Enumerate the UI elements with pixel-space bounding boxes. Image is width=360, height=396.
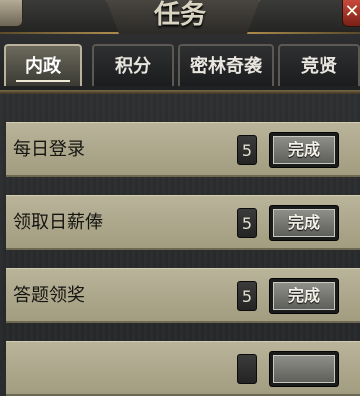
- task-name: 领取日薪俸: [13, 212, 103, 233]
- task-row: 答题领奖 5 完成: [6, 268, 360, 323]
- task-row: 领取日薪俸 5 完成: [6, 195, 360, 250]
- close-button[interactable]: ✕: [342, 0, 360, 27]
- task-count-badge: 5: [237, 208, 257, 238]
- complete-button[interactable]: 完成: [269, 205, 339, 241]
- window-title: 任务: [153, 0, 206, 30]
- task-row: 每日登录 5 完成: [6, 122, 360, 177]
- complete-button[interactable]: 完成: [269, 132, 339, 168]
- tab-label: 竞贤: [301, 56, 337, 77]
- complete-button-label: 完成: [273, 136, 335, 164]
- tab-label: 内政: [25, 56, 61, 77]
- task-row-partial: [6, 341, 360, 396]
- task-name: 答题领奖: [13, 285, 85, 306]
- complete-button-label: [273, 355, 335, 383]
- task-count-badge: 5: [237, 281, 257, 311]
- tab-points[interactable]: 积分: [92, 44, 174, 86]
- tab-competition[interactable]: 竞贤: [278, 44, 360, 86]
- complete-button-label: 完成: [273, 282, 335, 310]
- menu-corner-button[interactable]: [0, 0, 23, 27]
- complete-button[interactable]: [269, 351, 339, 387]
- complete-button-label: 完成: [273, 209, 335, 237]
- tab-forest-raid[interactable]: 密林奇袭: [178, 44, 274, 86]
- task-count-badge: [237, 354, 257, 384]
- complete-button[interactable]: 完成: [269, 278, 339, 314]
- tab-label: 积分: [115, 56, 151, 77]
- task-name: 每日登录: [13, 139, 85, 160]
- tab-internal-affairs[interactable]: 内政: [4, 44, 82, 86]
- task-count-badge: 5: [237, 135, 257, 165]
- tab-label: 密林奇袭: [190, 56, 262, 77]
- close-icon: ✕: [344, 1, 360, 22]
